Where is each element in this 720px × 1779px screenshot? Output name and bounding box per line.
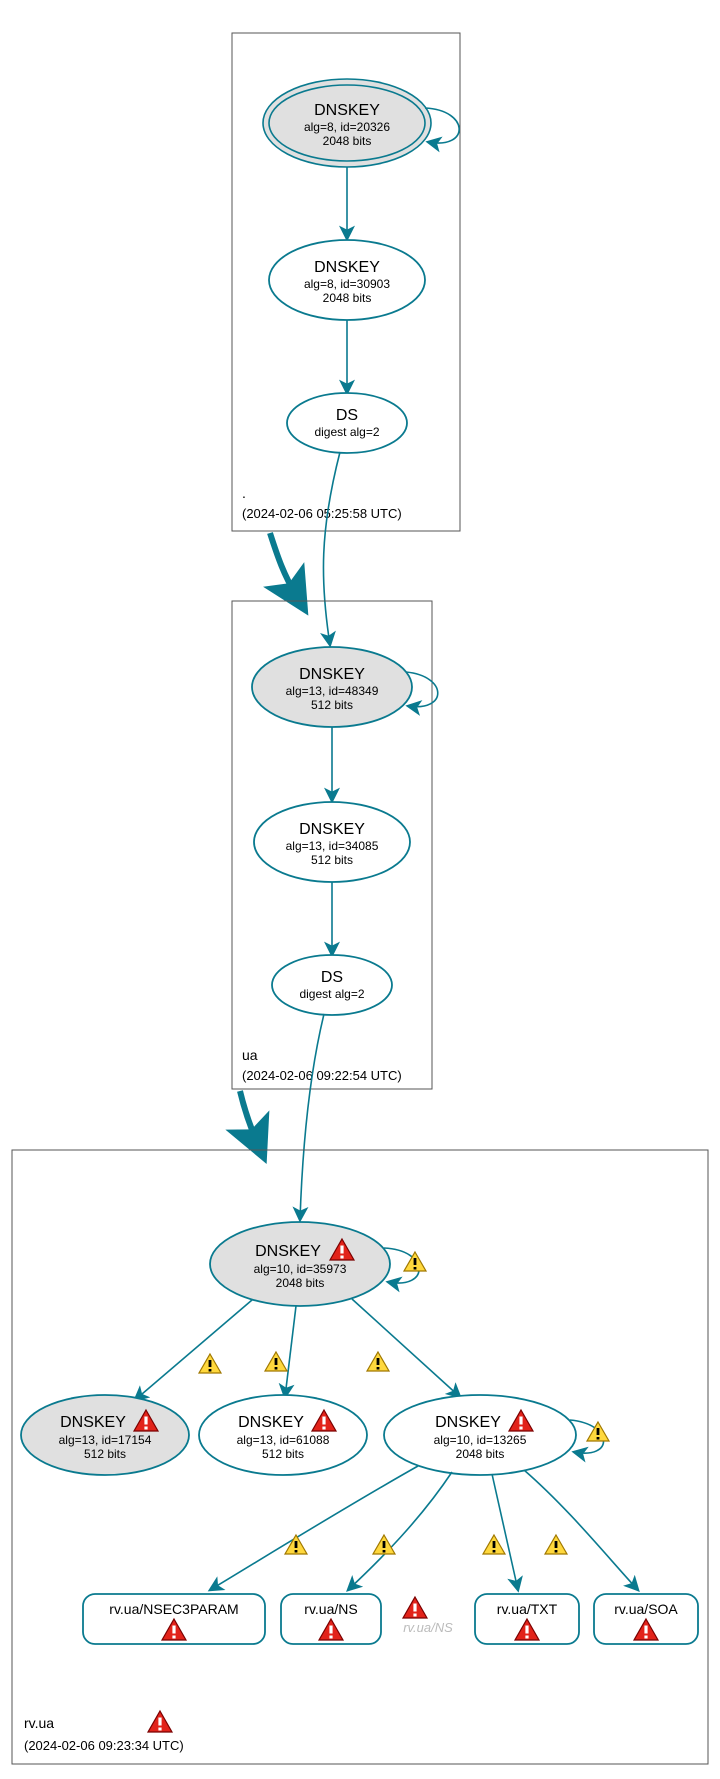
rv-k1-l2: alg=13, id=17154: [59, 1433, 152, 1447]
edge-rv-ksk-k2: [285, 1306, 296, 1397]
root-ksk-l2: alg=8, id=20326: [304, 120, 390, 134]
rv-k2-title: DNSKEY: [238, 1414, 304, 1431]
error-icon-zone-rvua: [148, 1711, 172, 1732]
rv-ksk-l3: 2048 bits: [276, 1276, 325, 1290]
ua-zsk-l3: 512 bits: [311, 853, 353, 867]
warn-icon-k3-ns: [373, 1535, 395, 1554]
rv-ksk-l2: alg=10, id=35973: [254, 1262, 347, 1276]
error-icon-faded-ns: [403, 1597, 427, 1618]
zone-ts-ua: (2024-02-06 09:22:54 UTC): [242, 1068, 402, 1083]
edge-k3-txt: [492, 1474, 518, 1590]
edge-rv-ksk-k3: [352, 1299, 460, 1397]
warn-icon-k3-nsec3param: [285, 1535, 307, 1554]
ua-zsk-l2: alg=13, id=34085: [286, 839, 379, 853]
root-zsk-title: DNSKEY: [314, 259, 380, 276]
rrset-nsec3param: rv.ua/NSEC3PARAM: [83, 1594, 265, 1644]
edge-ua-ds-rv-ksk: [300, 1014, 324, 1220]
root-ksk-l3: 2048 bits: [323, 134, 372, 148]
zone-ts-root: (2024-02-06 05:25:58 UTC): [242, 506, 402, 521]
edge-k3-ns: [348, 1472, 452, 1590]
rv-k3-l2: alg=10, id=13265: [434, 1433, 527, 1447]
node-rv-k3: DNSKEY alg=10, id=13265 2048 bits: [384, 1395, 576, 1475]
warn-icon-rv-ksk-k3: [367, 1352, 389, 1371]
node-rv-k1: DNSKEY alg=13, id=17154 512 bits: [21, 1395, 189, 1475]
ua-ksk-l2: alg=13, id=48349: [286, 684, 379, 698]
warn-icon-rv-ksk-self: [404, 1252, 426, 1271]
edge-root-to-ua-zone: [270, 533, 296, 595]
zone-label-root: .: [242, 485, 246, 501]
ua-ksk-title: DNSKEY: [299, 666, 365, 683]
ua-zsk-title: DNSKEY: [299, 821, 365, 838]
zone-label-ua: ua: [242, 1047, 258, 1063]
node-root-zsk: DNSKEY alg=8, id=30903 2048 bits: [269, 240, 425, 320]
zone-ts-rvua: (2024-02-06 09:23:34 UTC): [24, 1738, 184, 1753]
root-zsk-l3: 2048 bits: [323, 291, 372, 305]
edge-root-ds-ua-ksk: [323, 452, 340, 645]
root-ksk-title: DNSKEY: [314, 102, 380, 119]
edge-k3-soa: [524, 1470, 638, 1590]
warn-icon-k3-soa: [545, 1535, 567, 1554]
edge-rv-ksk-k1: [135, 1300, 252, 1400]
dnssec-diagram: . (2024-02-06 05:25:58 UTC) DNSKEY alg=8…: [0, 0, 720, 1779]
rrset-ns: rv.ua/NS: [281, 1594, 381, 1644]
faded-ns-text: rv.ua/NS: [403, 1620, 453, 1635]
edge-k3-nsec3param: [210, 1466, 418, 1590]
warn-icon-rv-ksk-k2: [265, 1352, 287, 1371]
edge-ua-to-rvua-zone: [240, 1091, 257, 1142]
node-root-ds: DS digest alg=2: [287, 393, 407, 453]
rrset-nsec3param-text: rv.ua/NSEC3PARAM: [109, 1601, 238, 1617]
ua-ksk-l3: 512 bits: [311, 698, 353, 712]
rv-k3-title: DNSKEY: [435, 1414, 501, 1431]
rv-k3-l3: 2048 bits: [456, 1447, 505, 1461]
root-zsk-l2: alg=8, id=30903: [304, 277, 390, 291]
warn-icon-k3-txt: [483, 1535, 505, 1554]
node-root-ksk: DNSKEY alg=8, id=20326 2048 bits: [263, 79, 431, 167]
ua-ds-title: DS: [321, 969, 343, 986]
rv-k1-title: DNSKEY: [60, 1414, 126, 1431]
rv-k2-l2: alg=13, id=61088: [237, 1433, 330, 1447]
rrset-txt-text: rv.ua/TXT: [497, 1601, 558, 1617]
ua-ds-l2: digest alg=2: [299, 987, 364, 1001]
zone-label-rvua: rv.ua: [24, 1715, 54, 1731]
rrset-soa: rv.ua/SOA: [594, 1594, 698, 1644]
node-ua-ksk: DNSKEY alg=13, id=48349 512 bits: [252, 647, 412, 727]
node-ua-ds: DS digest alg=2: [272, 955, 392, 1015]
warn-icon-rv-ksk-k1: [199, 1354, 221, 1373]
rv-k1-l3: 512 bits: [84, 1447, 126, 1461]
rv-ksk-title: DNSKEY: [255, 1243, 321, 1260]
rrset-ns-text: rv.ua/NS: [304, 1601, 357, 1617]
node-rv-k2: DNSKEY alg=13, id=61088 512 bits: [199, 1395, 367, 1475]
rrset-txt: rv.ua/TXT: [475, 1594, 579, 1644]
rrset-ns-faded: rv.ua/NS: [403, 1597, 453, 1635]
node-rv-ksk: DNSKEY alg=10, id=35973 2048 bits: [210, 1222, 390, 1306]
root-ds-title: DS: [336, 407, 358, 424]
rrset-soa-text: rv.ua/SOA: [614, 1601, 678, 1617]
root-ds-l2: digest alg=2: [314, 425, 379, 439]
node-ua-zsk: DNSKEY alg=13, id=34085 512 bits: [254, 802, 410, 882]
rv-k2-l3: 512 bits: [262, 1447, 304, 1461]
